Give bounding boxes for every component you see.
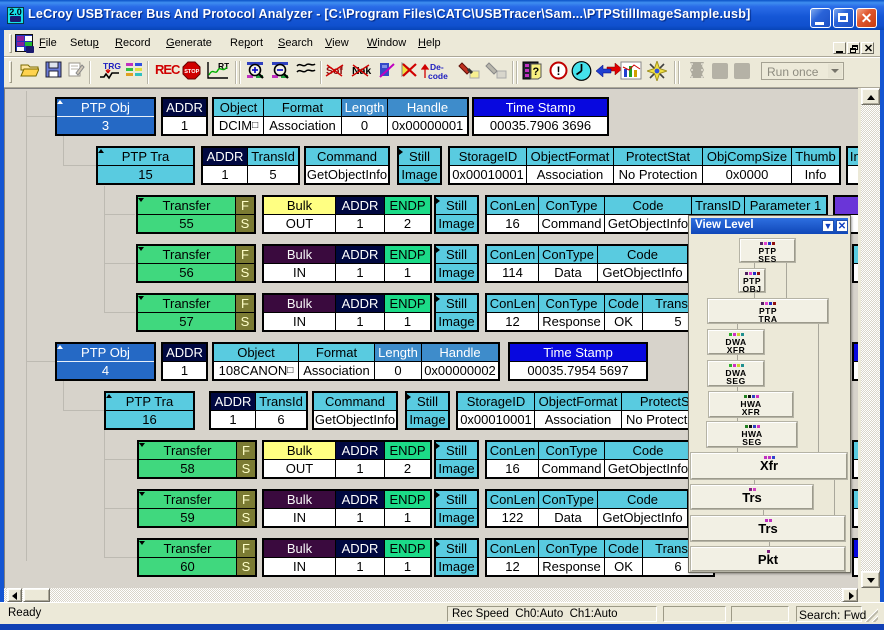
svg-text:?: ? bbox=[532, 66, 539, 78]
svg-text:code: code bbox=[428, 71, 448, 81]
svg-text:REC: REC bbox=[155, 62, 181, 77]
svg-text:TRG: TRG bbox=[103, 61, 121, 71]
svg-text:STOP: STOP bbox=[184, 69, 199, 75]
svg-text:!: ! bbox=[556, 64, 560, 78]
